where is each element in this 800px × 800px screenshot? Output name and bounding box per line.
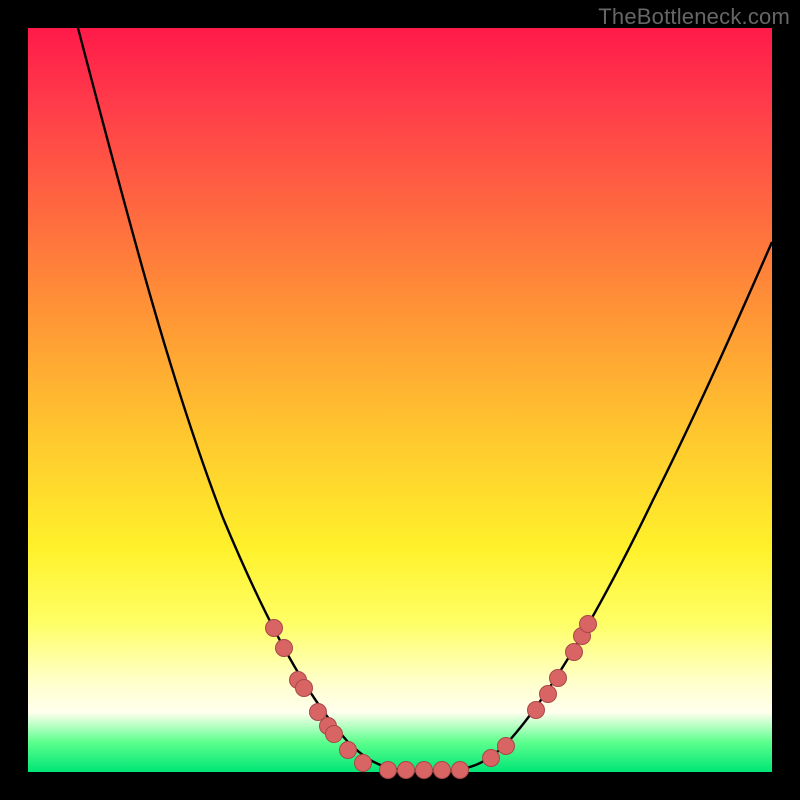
outer-frame: TheBottleneck.com (0, 0, 800, 800)
marker-dot (296, 680, 313, 697)
marker-dot (310, 704, 327, 721)
marker-dot (276, 640, 293, 657)
marker-dot (326, 726, 343, 743)
marker-dot (483, 750, 500, 767)
marker-dot (380, 762, 397, 779)
bottleneck-curve (78, 28, 772, 770)
watermark-text: TheBottleneck.com (598, 4, 790, 30)
marker-dot (566, 644, 583, 661)
marker-dot (528, 702, 545, 719)
chart-svg (28, 28, 772, 772)
curve-group (78, 28, 772, 770)
marker-dot (266, 620, 283, 637)
marker-dot (340, 742, 357, 759)
marker-group (266, 616, 597, 779)
marker-dot (355, 755, 372, 772)
marker-dot (398, 762, 415, 779)
marker-dot (550, 670, 567, 687)
marker-dot (452, 762, 469, 779)
marker-dot (580, 616, 597, 633)
marker-dot (434, 762, 451, 779)
marker-dot (540, 686, 557, 703)
marker-dot (416, 762, 433, 779)
marker-dot (498, 738, 515, 755)
plot-area (28, 28, 772, 772)
